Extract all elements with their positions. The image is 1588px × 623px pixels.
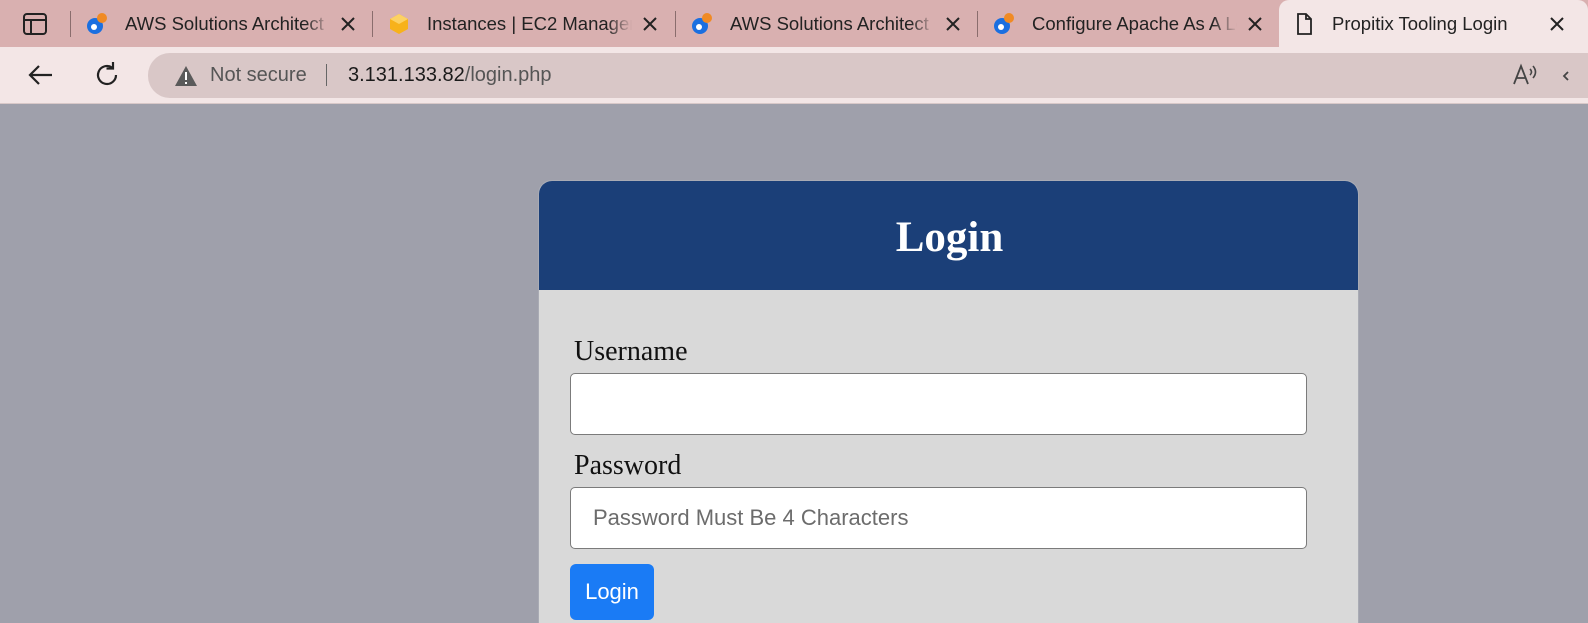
tab-separator [372, 11, 373, 37]
tab-title: AWS Solutions Architect C [730, 13, 935, 34]
site-favicon-icon [992, 12, 1016, 36]
tab-aws-solutions-2[interactable]: AWS Solutions Architect C [677, 0, 977, 47]
tab-title: Propitix Tooling Login [1332, 13, 1508, 34]
page-icon [1292, 12, 1316, 36]
refresh-icon[interactable] [92, 60, 122, 90]
close-icon[interactable] [944, 15, 962, 33]
browser-toolbar: Not secure 3.131.133.82/login.php [0, 47, 1588, 104]
tab-separator [675, 11, 676, 37]
login-card: Login Username Password Login [538, 180, 1359, 623]
aws-favicon-icon [387, 12, 411, 36]
tab-ec2-instances[interactable]: Instances | EC2 Manageme [374, 0, 674, 47]
password-input[interactable] [570, 487, 1307, 549]
username-input[interactable] [570, 373, 1307, 435]
url-path: /login.php [464, 64, 552, 86]
site-favicon-icon [85, 12, 109, 36]
login-button[interactable]: Login [570, 564, 654, 620]
page-title: Login [895, 214, 1004, 261]
read-aloud-icon[interactable] [1511, 60, 1541, 90]
tab-separator [977, 11, 978, 37]
address-bar[interactable]: Not secure 3.131.133.82/login.php [148, 53, 1588, 98]
back-arrow-icon[interactable] [26, 60, 56, 90]
tab-actions-icon[interactable] [22, 11, 48, 37]
warning-icon[interactable] [174, 65, 198, 87]
tab-strip: AWS Solutions Architect C Instances | EC… [0, 0, 1588, 47]
tab-title: Configure Apache As A Lo [1032, 13, 1237, 34]
tab-propitix-login[interactable]: Propitix Tooling Login [1279, 0, 1588, 47]
close-icon[interactable] [641, 15, 659, 33]
url-text[interactable]: 3.131.133.82/login.php [348, 64, 552, 87]
close-icon[interactable] [1246, 15, 1264, 33]
site-favicon-icon [690, 12, 714, 36]
login-header: Login [539, 181, 1358, 290]
close-icon[interactable] [339, 15, 357, 33]
tab-configure-apache[interactable]: Configure Apache As A Lo [979, 0, 1277, 47]
tab-aws-solutions-1[interactable]: AWS Solutions Architect C [72, 0, 372, 47]
divider [326, 64, 327, 86]
security-status-label[interactable]: Not secure [210, 64, 307, 87]
tab-title: Instances | EC2 Manageme [427, 13, 632, 34]
tab-title: AWS Solutions Architect C [125, 13, 330, 34]
close-icon[interactable] [1548, 15, 1566, 33]
tab-separator [70, 11, 71, 37]
password-label: Password [574, 450, 682, 481]
username-label: Username [574, 336, 688, 367]
url-host: 3.131.133.82 [348, 64, 465, 86]
browser-extension-icon[interactable] [1560, 60, 1588, 90]
